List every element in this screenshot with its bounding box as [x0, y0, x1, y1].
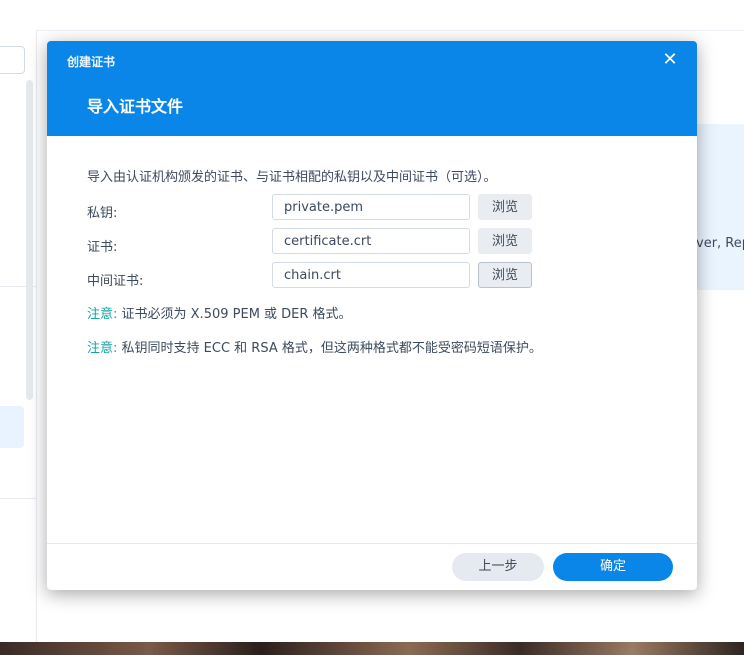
- back-button[interactable]: 上一步: [452, 553, 544, 581]
- sidebar-search-input[interactable]: [0, 46, 25, 74]
- close-icon[interactable]: ✕: [661, 51, 679, 69]
- certificate-browse-button[interactable]: 浏览: [478, 228, 532, 254]
- intermediate-certificate-label: 中间证书:: [87, 274, 144, 289]
- sidebar-selected-item[interactable]: [0, 406, 24, 448]
- desktop-wallpaper: [0, 642, 744, 655]
- format-note: 注意: 证书必须为 X.509 PEM 或 DER 格式。: [87, 303, 352, 322]
- dialog-step-title: 导入证书文件: [87, 97, 184, 116]
- dialog-footer-divider: [47, 543, 697, 544]
- dialog-header: 创建证书 ✕ 导入证书文件: [47, 41, 697, 136]
- sidebar-scrollbar[interactable]: [26, 80, 33, 400]
- certificate-field[interactable]: certificate.crt: [272, 228, 470, 254]
- intermediate-certificate-browse-button[interactable]: 浏览: [478, 262, 532, 288]
- note-text: 证书必须为 X.509 PEM 或 DER 格式。: [117, 307, 352, 322]
- private-key-browse-button[interactable]: 浏览: [478, 194, 532, 220]
- app-top-bar: [0, 0, 744, 31]
- note-label: 注意:: [87, 307, 118, 322]
- sidebar-divider: [0, 498, 36, 499]
- dialog-description: 导入由认证机构颁发的证书、与证书相配的私钥以及中间证书（可选）。: [87, 170, 497, 185]
- private-key-field[interactable]: private.pem: [272, 194, 470, 220]
- private-key-note: 注意: 私钥同时支持 ECC 和 RSA 格式，但这两种格式都不能受密码短语保护…: [87, 337, 542, 356]
- background-selected-row: [690, 124, 744, 290]
- sidebar-divider: [0, 286, 36, 287]
- background-row-text: ver, Rep: [696, 236, 744, 251]
- dialog-window-title: 创建证书: [67, 55, 116, 69]
- certificate-label: 证书:: [87, 240, 118, 255]
- intermediate-certificate-field[interactable]: chain.crt: [272, 262, 470, 288]
- ok-button[interactable]: 确定: [553, 553, 673, 581]
- private-key-label: 私钥:: [87, 206, 118, 221]
- create-certificate-dialog: 创建证书 ✕ 导入证书文件 导入由认证机构颁发的证书、与证书相配的私钥以及中间证…: [47, 41, 697, 590]
- note-text: 私钥同时支持 ECC 和 RSA 格式，但这两种格式都不能受密码短语保护。: [117, 341, 542, 356]
- note-label: 注意:: [87, 341, 118, 356]
